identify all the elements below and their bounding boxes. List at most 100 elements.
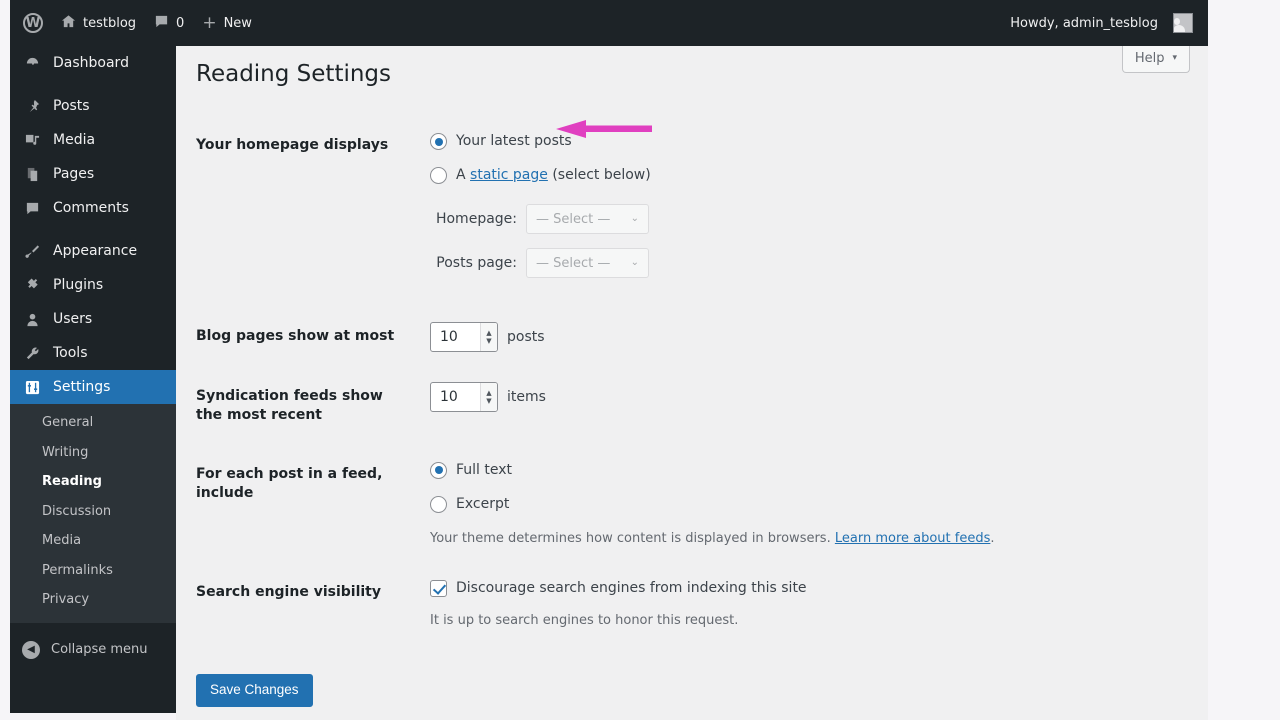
- label-search-visibility: Search engine visibility: [196, 584, 381, 601]
- stepper-up-icon[interactable]: ▲: [486, 329, 491, 336]
- chevron-down-icon: ⌄: [630, 213, 639, 224]
- collapse-menu-button[interactable]: ◀ Collapse menu: [10, 633, 176, 667]
- radio-excerpt[interactable]: [430, 495, 447, 513]
- field-search-visibility: Discourage search engines from indexing …: [420, 563, 1176, 646]
- comments-menu[interactable]: 0: [145, 0, 193, 46]
- comment-bubble-icon: [22, 201, 42, 216]
- submenu-item-writing[interactable]: Writing: [10, 438, 176, 468]
- submenu-item-privacy[interactable]: Privacy: [10, 585, 176, 615]
- sidebar-item-label: Settings: [53, 379, 111, 395]
- radio-option-full-text[interactable]: Full text: [430, 460, 1166, 481]
- radio-static-page[interactable]: [430, 167, 447, 184]
- submenu-item-general[interactable]: General: [10, 408, 176, 438]
- sidebar-separator: [10, 225, 176, 234]
- radio-excerpt-label: Excerpt: [456, 495, 510, 512]
- homepage-select[interactable]: — Select — ⌄: [526, 204, 649, 234]
- media-icon: [22, 133, 42, 148]
- my-account-menu[interactable]: Howdy, admin_tesblog: [1001, 0, 1202, 46]
- sidebar-item-users[interactable]: Users: [10, 302, 176, 336]
- submenu-item-media[interactable]: Media: [10, 526, 176, 556]
- syndication-unit: items: [507, 388, 546, 405]
- stepper-down-icon[interactable]: ▼: [486, 337, 491, 344]
- feed-include-description: Your theme determines how content is dis…: [430, 529, 1166, 549]
- form-row-homepage-displays: Your homepage displays Your latest posts…: [196, 116, 1176, 307]
- sidebar-item-label: Comments: [53, 200, 129, 216]
- sidebar-item-label: Pages: [53, 166, 95, 182]
- static-suffix: (select below): [547, 167, 651, 183]
- chevron-down-icon: ⌄: [630, 257, 639, 268]
- sidebar-item-label: Dashboard: [53, 55, 129, 71]
- sidebar-item-posts[interactable]: Posts: [10, 89, 176, 123]
- sidebar-item-plugins[interactable]: Plugins: [10, 268, 176, 302]
- wordpress-logo-menu[interactable]: W: [14, 0, 52, 46]
- radio-latest-posts-label: Your latest posts: [456, 133, 572, 149]
- stepper-down-icon[interactable]: ▼: [486, 397, 491, 404]
- main-content-area: Help ▾ Reading Settings Your homepage di…: [176, 46, 1208, 720]
- sidebar-item-media[interactable]: Media: [10, 123, 176, 157]
- submenu-item-reading[interactable]: Reading: [10, 467, 176, 497]
- form-row-syndication: Syndication feeds show the most recent 1…: [196, 367, 1176, 445]
- blog-pages-value: 10: [440, 328, 458, 345]
- help-label: Help: [1134, 51, 1165, 66]
- submenu-item-discussion[interactable]: Discussion: [10, 497, 176, 527]
- reading-settings-form: Your homepage displays Your latest posts…: [196, 116, 1176, 646]
- user-icon: [22, 312, 42, 327]
- avatar: [1173, 13, 1193, 33]
- chevron-left-circle-icon: ◀: [22, 640, 40, 659]
- new-label: New: [223, 15, 252, 31]
- chevron-down-icon: ▾: [1172, 53, 1177, 63]
- feed-desc-prefix: Your theme determines how content is dis…: [430, 530, 835, 546]
- label-syndication: Syndication feeds show the most recent: [196, 388, 383, 423]
- stepper-up-icon[interactable]: ▲: [486, 389, 491, 396]
- syndication-input[interactable]: 10 ▲ ▼: [430, 382, 498, 412]
- pages-icon: [22, 167, 42, 182]
- sidebar-item-settings[interactable]: Settings: [10, 370, 184, 404]
- radio-option-static-page[interactable]: A static page (select below): [430, 165, 1166, 186]
- submenu-item-permalinks[interactable]: Permalinks: [10, 556, 176, 586]
- paintbrush-icon: [22, 244, 42, 259]
- postspage-select[interactable]: — Select — ⌄: [526, 248, 649, 278]
- help-toggle-button[interactable]: Help ▾: [1121, 46, 1190, 73]
- sidebar-item-dashboard[interactable]: Dashboard: [10, 46, 176, 80]
- postspage-select-row: Posts page: — Select — ⌄: [430, 248, 1166, 278]
- sidebar-separator: [10, 80, 176, 89]
- discourage-search-row[interactable]: Discourage search engines from indexing …: [430, 578, 1166, 599]
- sidebar-item-label: Appearance: [53, 243, 138, 259]
- pin-icon: [22, 99, 42, 114]
- sidebar-item-comments[interactable]: Comments: [10, 191, 176, 225]
- sidebar-item-label: Posts: [53, 98, 90, 114]
- comment-bubble-icon: [154, 14, 169, 32]
- admin-bar: W testblog 0 + New Howdy, admin_tesblog: [10, 0, 1208, 46]
- sidebar-item-pages[interactable]: Pages: [10, 157, 176, 191]
- settings-submenu: General Writing Reading Discussion Media…: [10, 404, 176, 623]
- sidebar-item-appearance[interactable]: Appearance: [10, 234, 176, 268]
- blog-pages-unit: posts: [507, 328, 545, 345]
- discourage-search-label: Discourage search engines from indexing …: [456, 580, 807, 597]
- site-name-menu[interactable]: testblog: [52, 0, 145, 46]
- comments-count: 0: [176, 15, 185, 31]
- save-changes-button[interactable]: Save Changes: [196, 674, 313, 708]
- radio-full-text[interactable]: [430, 461, 447, 479]
- wordpress-logo-icon: W: [23, 13, 43, 33]
- radio-option-excerpt[interactable]: Excerpt: [430, 494, 1166, 515]
- static-page-link[interactable]: static page: [470, 167, 548, 183]
- blog-pages-input[interactable]: 10 ▲ ▼: [430, 322, 498, 352]
- homepage-select-row: Homepage: — Select — ⌄: [430, 204, 1166, 234]
- radio-latest-posts[interactable]: [430, 133, 447, 150]
- sidebar-item-label: Media: [53, 132, 96, 148]
- syndication-stepper[interactable]: ▲ ▼: [480, 383, 497, 411]
- radio-option-latest-posts[interactable]: Your latest posts: [430, 131, 1166, 152]
- discourage-search-checkbox[interactable]: [430, 580, 447, 598]
- label-feed-include: For each post in a feed, include: [196, 465, 383, 501]
- homepage-select-label: Homepage:: [435, 210, 517, 227]
- plus-icon: +: [202, 12, 217, 33]
- learn-more-feeds-link[interactable]: Learn more about feeds: [835, 531, 991, 546]
- howdy-label: Howdy, admin_tesblog: [1010, 15, 1158, 31]
- blog-pages-stepper[interactable]: ▲ ▼: [480, 323, 497, 351]
- new-content-menu[interactable]: + New: [193, 0, 261, 46]
- feed-desc-suffix: .: [990, 530, 995, 546]
- sidebar-item-tools[interactable]: Tools: [10, 336, 176, 370]
- radio-full-text-label: Full text: [456, 461, 513, 478]
- search-visibility-description: It is up to search engines to honor this…: [430, 613, 739, 629]
- settings-sliders-icon: [22, 380, 42, 395]
